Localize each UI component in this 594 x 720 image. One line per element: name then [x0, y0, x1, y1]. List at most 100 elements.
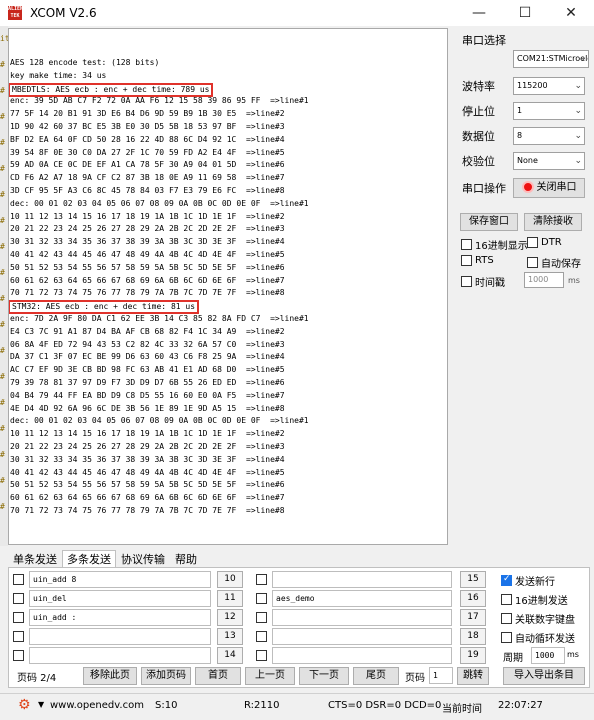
next-page-button[interactable]: 下一页	[299, 667, 349, 685]
receive-line: 40 41 42 43 44 45 46 47 48 49 4A 4B 4C 4…	[9, 467, 447, 480]
multi-send-input[interactable]	[29, 628, 211, 645]
multi-send-input[interactable]	[272, 571, 452, 588]
receive-line: AES 128 encode test: (128 bits)	[9, 57, 447, 70]
multi-send-checkbox[interactable]	[256, 612, 267, 623]
import-export-button[interactable]: 导入导出条目	[503, 667, 585, 685]
receive-line-text: 06 8A 4F ED 72 94 43 53 C2 82 4C 33 32 6…	[10, 339, 285, 349]
port-select[interactable]: COM21:STMicroelectror⌄	[513, 50, 589, 68]
stop-bits-select[interactable]: 1 ⌄	[513, 102, 585, 120]
parity-select[interactable]: None ⌄	[513, 152, 585, 170]
receive-line-text: 1D 90 42 60 37 BC E5 3B E0 30 D5 5B 18 5…	[10, 121, 285, 131]
receive-line: 20 21 22 23 24 25 26 27 28 29 2A 2B 2C 2…	[9, 441, 447, 454]
receive-line-text: 4E D4 4D 92 6A 96 6C DE 3B 56 1E 89 1E 9…	[10, 403, 285, 413]
close-button[interactable]: ✕	[548, 0, 594, 26]
multi-send-input[interactable]	[272, 609, 452, 626]
receive-text-area[interactable]: AES 128 encode test: (128 bits) key make …	[8, 28, 448, 545]
multi-send-number-button[interactable]: 19	[460, 647, 486, 664]
tab-help[interactable]: 帮助	[170, 550, 202, 568]
multi-send-checkbox[interactable]	[256, 650, 267, 661]
multi-send-number-button[interactable]: 13	[217, 628, 243, 645]
receive-line: 1D 90 42 60 37 BC E5 3B E0 30 D5 5B 18 5…	[9, 121, 447, 134]
multi-send-number-button[interactable]: 16	[460, 590, 486, 607]
send-newline-checkbox[interactable]: 发送新行	[501, 573, 555, 588]
first-page-button[interactable]: 首页	[195, 667, 241, 685]
multi-send-input[interactable]	[272, 647, 452, 664]
multi-send-input[interactable]: uin_add :	[29, 609, 211, 626]
multi-send-input[interactable]	[29, 647, 211, 664]
hex-send-checkbox[interactable]: 16进制发送	[501, 592, 568, 607]
receive-line-text: AES 128 encode test: (128 bits)	[10, 58, 160, 67]
receive-line-text: CD F6 A2 A7 18 9A CF C2 87 3B 18 0E A9 1…	[10, 173, 285, 183]
tab-single-send[interactable]: 单条发送	[8, 550, 62, 568]
multi-send-checkbox[interactable]	[256, 574, 267, 585]
receive-line-text: 04 B4 79 44 FF EA BD D9 C8 D5 55 16 60 E…	[10, 390, 285, 400]
multi-send-input[interactable]: uin_del	[29, 590, 211, 607]
receive-line-text: 60 61 62 63 64 65 66 67 68 69 6A 6B 6C 6…	[10, 493, 285, 503]
receive-line: 79 39 78 81 37 97 D9 F7 3D D9 D7 6B 55 2…	[9, 377, 447, 390]
maximize-button[interactable]: ☐	[502, 0, 548, 26]
website-link[interactable]: www.openedv.com	[50, 700, 144, 711]
tab-protocol[interactable]: 协议传输	[116, 550, 170, 568]
period-label: 周期	[503, 653, 523, 664]
multi-send-input[interactable]: uin_add 8	[29, 571, 211, 588]
receive-line-text: AC C7 EF 9D 3E CB BD 98 FC 63 AB 41 E1 A…	[10, 365, 285, 375]
port-status-icon	[521, 181, 534, 193]
multi-send-checkbox[interactable]	[13, 612, 24, 623]
multi-send-input[interactable]	[272, 628, 452, 645]
save-window-button[interactable]: 保存窗口	[460, 213, 518, 231]
serial-settings-panel: 串口选择 COM21:STMicroelectror⌄ 波特率 115200⌄ …	[460, 28, 590, 298]
multi-send-number-button[interactable]: 14	[217, 647, 243, 664]
receive-scrollbar[interactable]	[449, 28, 456, 545]
multi-send-number-button[interactable]: 12	[217, 609, 243, 626]
link-numpad-checkbox[interactable]: 关联数字键盘	[501, 611, 575, 626]
tab-multi-send[interactable]: 多条发送	[62, 550, 116, 568]
chevron-down-icon[interactable]: ▼	[38, 700, 44, 709]
multi-send-checkbox[interactable]	[13, 593, 24, 604]
multi-send-checkbox[interactable]	[13, 574, 24, 585]
timestamp-interval-input[interactable]: 1000	[524, 272, 564, 288]
goto-page-input[interactable]: 1	[429, 667, 453, 684]
multi-send-panel: 发送新行 16进制发送 关联数字键盘 自动循环发送 周期 1000 ms 页码 …	[8, 567, 590, 688]
period-input[interactable]: 1000	[531, 647, 565, 664]
data-bits-select[interactable]: 8 ⌄	[513, 127, 585, 145]
multi-send-number-button[interactable]: 17	[460, 609, 486, 626]
receive-line-text: 3D CF 95 5F A3 C6 8C 45 78 84 03 F7 E3 7…	[10, 185, 285, 195]
dtr-checkbox[interactable]: DTR	[527, 237, 562, 248]
multi-send-checkbox[interactable]	[256, 593, 267, 604]
multi-send-number-button[interactable]: 10	[217, 571, 243, 588]
strip-mark: #	[0, 320, 5, 329]
strip-mark: #	[0, 502, 5, 511]
timestamp-unit: ms	[568, 276, 580, 285]
multi-send-number-button[interactable]: 18	[460, 628, 486, 645]
receive-line: 60 61 62 63 64 65 66 67 68 69 6A 6B 6C 6…	[9, 492, 447, 505]
gear-icon[interactable]: ⚙	[18, 697, 31, 713]
auto-loop-checkbox[interactable]: 自动循环发送	[501, 630, 575, 645]
strip-mark: #	[0, 346, 5, 355]
clear-receive-button[interactable]: 清除接收	[524, 213, 582, 231]
strip-mark: #	[0, 424, 5, 433]
receive-line-text: 50 51 52 53 54 55 56 57 58 59 5A 5B 5C 5…	[10, 262, 285, 272]
close-port-button[interactable]: 关闭串口	[513, 178, 585, 198]
hex-display-checkbox[interactable]: 16进制显示	[461, 237, 528, 252]
add-page-button[interactable]: 添加页码	[141, 667, 191, 685]
window-title: XCOM V2.6	[30, 6, 97, 20]
last-page-button[interactable]: 尾页	[353, 667, 399, 685]
multi-send-checkbox[interactable]	[256, 631, 267, 642]
baud-select[interactable]: 115200 ⌄	[513, 77, 585, 95]
timestamp-checkbox[interactable]: 时间戳	[461, 274, 505, 289]
multi-send-input[interactable]: aes_demo	[272, 590, 452, 607]
port-section-title: 串口选择	[462, 34, 506, 47]
strip-mark: #	[0, 112, 5, 121]
multi-send-number-button[interactable]: 11	[217, 590, 243, 607]
prev-page-button[interactable]: 上一页	[245, 667, 295, 685]
multi-send-checkbox[interactable]	[13, 631, 24, 642]
receive-line-text: 77 5F 14 20 B1 91 3D E6 B4 D6 9D 59 B9 1…	[10, 109, 285, 119]
rts-checkbox[interactable]: RTS	[461, 255, 494, 266]
multi-send-number-button[interactable]: 15	[460, 571, 486, 588]
multi-send-checkbox[interactable]	[13, 650, 24, 661]
jump-button[interactable]: 跳转	[457, 667, 489, 685]
remove-page-button[interactable]: 移除此页	[83, 667, 137, 685]
receive-line: 70 71 72 73 74 75 76 77 78 79 7A 7B 7C 7…	[9, 287, 447, 300]
auto-save-checkbox[interactable]: 自动保存	[527, 255, 581, 270]
minimize-button[interactable]: —	[456, 0, 502, 26]
